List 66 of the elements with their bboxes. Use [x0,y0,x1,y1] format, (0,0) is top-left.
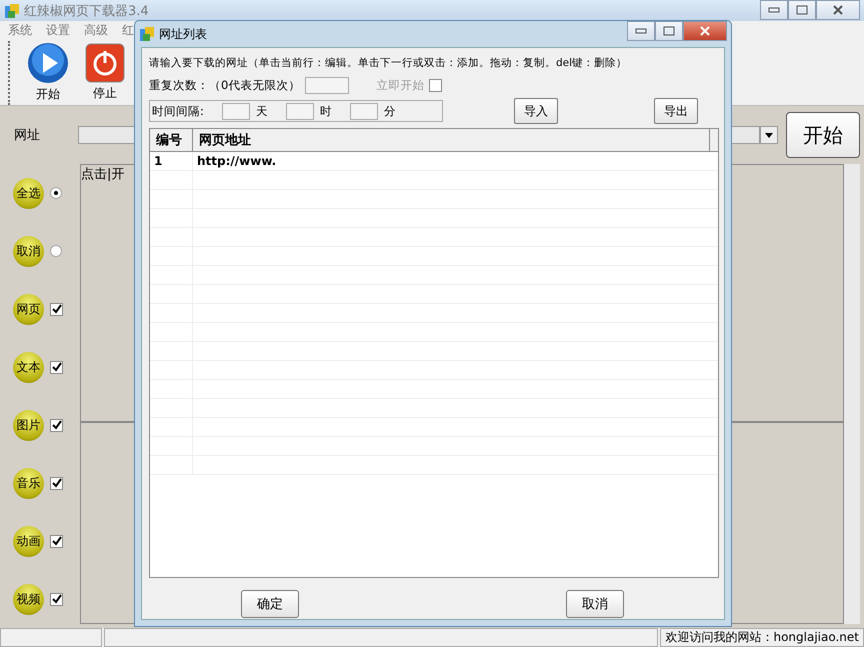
interval-label: 时间间隔: [152,104,204,118]
checkbox[interactable] [50,360,63,374]
unit-label: 分 [384,104,396,118]
import-button[interactable]: 导入 [514,98,558,124]
maximize-icon [796,5,808,15]
app-icon [4,2,20,18]
option-button[interactable]: 文本 [13,352,44,382]
option-button[interactable]: 动画 [13,526,44,556]
unit-label: 天 [256,104,268,118]
log-text: 点击|开 [81,167,124,182]
menu-item[interactable]: 系统 [8,22,32,40]
radio-button[interactable] [50,187,62,199]
checkbox[interactable] [50,534,63,548]
status-text: 欢迎访问我的网站：honglajiao.net [660,628,864,647]
menu-item[interactable]: 设置 [46,22,70,40]
play-icon [27,42,69,84]
checkbox[interactable] [50,418,63,432]
unit-label: 时 [320,104,332,118]
repeat-field[interactable] [305,77,350,94]
start-now-label: 立即开始 [376,78,424,93]
app-icon [139,26,155,42]
close-icon [699,26,711,36]
checkbox[interactable] [50,302,63,316]
dropdown-button[interactable] [760,126,778,144]
option-button[interactable]: 全选 [13,178,44,208]
toolbar-button[interactable]: 开始 [25,42,71,104]
cancel-button[interactable]: 取消 [566,590,624,618]
menu-item[interactable]: 高级 [84,22,108,40]
instructions-text: 请输入要下载的网址（单击当前行：编辑。单击下一行或双击：添加。拖动：复制。del键：删除） [149,56,628,70]
power-icon [85,43,125,84]
option-button[interactable]: 取消 [13,236,44,266]
close-button[interactable] [683,21,727,41]
menu-item[interactable]: 红 [122,22,134,40]
interval-field[interactable] [222,102,250,120]
table-cell: 1 [150,152,193,170]
table-cell-text: http://www. [196,153,278,170]
caret-icon [765,132,773,138]
column-header[interactable]: 网页地址 [193,129,710,151]
minimize-button[interactable] [627,21,655,41]
start-button[interactable]: 开始 [786,112,860,158]
interval-field[interactable] [350,102,378,120]
checkbox[interactable] [50,592,63,606]
close-button[interactable] [816,0,860,20]
minimize-icon [635,28,647,34]
toolbar-button[interactable]: 停止 [83,43,127,102]
radio-button[interactable] [50,245,62,257]
minimize-button[interactable] [760,0,788,20]
export-button[interactable]: 导出 [654,98,698,124]
maximize-icon [663,26,675,36]
dialog-title: 网址列表 [159,26,207,42]
option-button[interactable]: 音乐 [13,468,44,498]
checkbox[interactable] [50,476,63,490]
window-title: 红辣椒网页下载器3.4 [24,2,149,20]
repeat-label: 重复次数：（0代表无限次） [149,78,300,93]
option-button[interactable]: 网页 [13,294,44,324]
option-button[interactable]: 图片 [13,410,44,440]
close-icon [832,5,844,15]
maximize-button[interactable] [655,21,683,41]
option-button[interactable]: 视频 [13,584,44,614]
column-header[interactable]: 编号 [150,129,193,151]
interval-field[interactable] [286,102,314,120]
maximize-button[interactable] [788,0,816,20]
scrollbar[interactable] [844,164,860,624]
minimize-icon [768,7,780,13]
ok-button[interactable]: 确定 [241,590,299,618]
url-label: 网址 [14,127,41,144]
